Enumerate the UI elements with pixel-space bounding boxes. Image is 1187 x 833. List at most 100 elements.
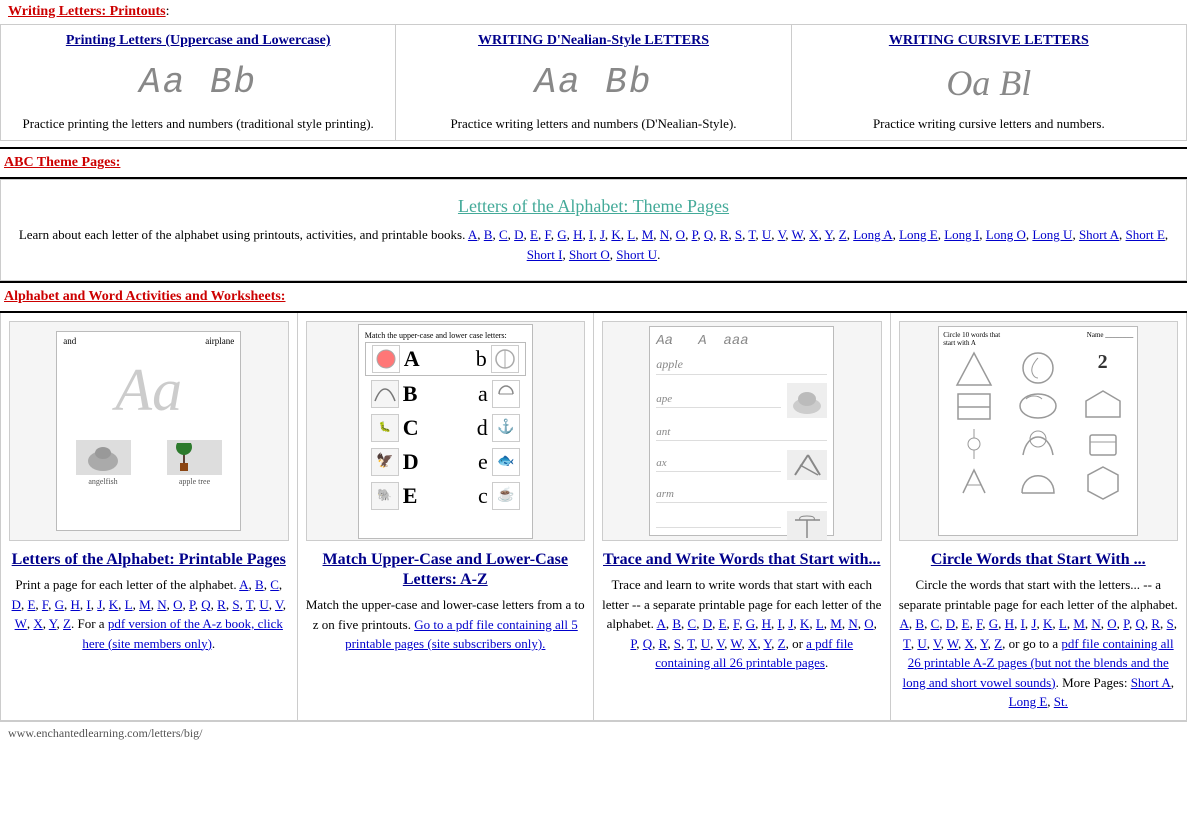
letter-o-theme[interactable]: O xyxy=(676,227,685,242)
circle-letter-r[interactable]: R xyxy=(1151,616,1160,631)
circle-words-link[interactable]: Circle Words that Start With ... xyxy=(931,551,1146,568)
letter-y-theme[interactable]: Y xyxy=(825,227,833,242)
letter-e-theme[interactable]: E xyxy=(530,227,538,242)
letter-t-theme[interactable]: T xyxy=(748,227,755,242)
trace-letter-a[interactable]: A xyxy=(656,616,665,631)
printing-letters-link[interactable]: Printing Letters (Uppercase and Lowercas… xyxy=(9,33,387,49)
letter-c-theme[interactable]: C xyxy=(499,227,508,242)
short-u-theme[interactable]: Short U xyxy=(616,247,657,262)
act-letter-f[interactable]: F xyxy=(42,597,48,612)
circle-short-a-link[interactable]: Short A xyxy=(1131,675,1171,690)
match-letters-link[interactable]: Match Upper-Case and Lower-Case Letters:… xyxy=(323,551,568,588)
act-letter-c[interactable]: C xyxy=(270,577,279,592)
letter-r-theme[interactable]: R xyxy=(720,227,729,242)
circle-letter-d[interactable]: D xyxy=(946,616,955,631)
act-letter-q[interactable]: Q xyxy=(201,597,210,612)
act-letter-p[interactable]: P xyxy=(189,597,195,612)
long-o-theme[interactable]: Long O xyxy=(986,227,1026,242)
letter-i-theme[interactable]: I xyxy=(589,227,593,242)
letter-a-theme[interactable]: A xyxy=(468,227,477,242)
header-link[interactable]: Writing Letters: Printouts xyxy=(8,4,166,19)
act-letter-i[interactable]: I xyxy=(86,597,90,612)
act-letter-y[interactable]: Y xyxy=(49,616,57,631)
circle-letter-i[interactable]: I xyxy=(1021,616,1025,631)
circle-letter-j[interactable]: J xyxy=(1031,616,1036,631)
letter-n-theme[interactable]: N xyxy=(660,227,669,242)
letter-q-theme[interactable]: Q xyxy=(704,227,713,242)
long-u-theme[interactable]: Long U xyxy=(1032,227,1072,242)
trace-letter-h[interactable]: H xyxy=(762,616,771,631)
trace-letter-u[interactable]: U xyxy=(701,636,710,651)
trace-letter-f[interactable]: F xyxy=(733,616,739,631)
trace-letter-v[interactable]: V xyxy=(716,636,724,651)
act-letter-j[interactable]: J xyxy=(97,597,102,612)
act-letter-z[interactable]: Z xyxy=(63,616,71,631)
act-letter-b[interactable]: B xyxy=(255,577,264,592)
letter-d-theme[interactable]: D xyxy=(514,227,523,242)
circle-letter-o[interactable]: O xyxy=(1107,616,1116,631)
short-a-theme[interactable]: Short A xyxy=(1079,227,1119,242)
circle-letter-w[interactable]: W xyxy=(947,636,958,651)
act-letter-t[interactable]: T xyxy=(246,597,253,612)
letter-m-theme[interactable]: M xyxy=(642,227,654,242)
trace-letter-i[interactable]: I xyxy=(778,616,782,631)
letter-h-theme[interactable]: H xyxy=(573,227,582,242)
letter-g-theme[interactable]: G xyxy=(557,227,566,242)
circle-letter-y[interactable]: Y xyxy=(980,636,988,651)
circle-letter-k[interactable]: K xyxy=(1043,616,1052,631)
trace-letter-q[interactable]: Q xyxy=(643,636,652,651)
circle-letter-f[interactable]: F xyxy=(976,616,982,631)
act-letter-u[interactable]: U xyxy=(259,597,268,612)
trace-letter-c[interactable]: C xyxy=(688,616,697,631)
act-letter-e[interactable]: E xyxy=(27,597,35,612)
trace-letter-n[interactable]: N xyxy=(848,616,857,631)
trace-letter-l[interactable]: L xyxy=(816,616,824,631)
letter-j-theme[interactable]: J xyxy=(600,227,605,242)
circle-letter-t[interactable]: T xyxy=(903,636,911,651)
long-e-theme[interactable]: Long E xyxy=(899,227,938,242)
trace-letter-p[interactable]: P xyxy=(630,636,636,651)
circle-letter-b[interactable]: B xyxy=(915,616,924,631)
circle-letter-a[interactable]: A xyxy=(900,616,909,631)
letter-l-theme[interactable]: L xyxy=(627,227,635,242)
trace-letter-w[interactable]: W xyxy=(730,636,741,651)
trace-letter-x[interactable]: X xyxy=(748,636,757,651)
circle-letter-x[interactable]: X xyxy=(965,636,974,651)
letter-x-theme[interactable]: X xyxy=(809,227,818,242)
pdf-book-link[interactable]: pdf version of the A-z book, click here … xyxy=(82,616,283,651)
trace-letter-y[interactable]: Y xyxy=(763,636,771,651)
trace-letter-g[interactable]: G xyxy=(746,616,755,631)
match-pdf-link[interactable]: Go to a pdf file containing all 5 printa… xyxy=(345,617,578,652)
letter-v-theme[interactable]: V xyxy=(778,227,786,242)
circle-letter-z[interactable]: Z xyxy=(994,636,1002,651)
circle-letter-u[interactable]: U xyxy=(917,636,926,651)
letter-b-theme[interactable]: B xyxy=(484,227,493,242)
letter-z-theme[interactable]: Z xyxy=(839,227,847,242)
trace-letter-o[interactable]: O xyxy=(864,616,873,631)
circle-st-link[interactable]: St. xyxy=(1054,694,1068,709)
long-a-theme[interactable]: Long A xyxy=(853,227,892,242)
act-letter-o[interactable]: O xyxy=(173,597,182,612)
trace-letter-e[interactable]: E xyxy=(719,616,727,631)
act-letter-k[interactable]: K xyxy=(109,597,118,612)
circle-letter-n[interactable]: N xyxy=(1091,616,1100,631)
trace-letter-b[interactable]: B xyxy=(672,616,681,631)
letter-k-theme[interactable]: K xyxy=(611,227,620,242)
short-i-theme[interactable]: Short I xyxy=(527,247,563,262)
trace-letter-m[interactable]: M xyxy=(830,616,842,631)
circle-letter-s[interactable]: S xyxy=(1167,616,1174,631)
activities-header-link[interactable]: Alphabet and Word Activities and Workshe… xyxy=(4,289,285,304)
long-i-theme[interactable]: Long I xyxy=(944,227,979,242)
alphabet-pages-link[interactable]: Letters of the Alphabet: Printable Pages xyxy=(12,551,286,568)
act-letter-l[interactable]: L xyxy=(125,597,133,612)
act-letter-a[interactable]: A xyxy=(239,577,248,592)
act-letter-v[interactable]: V xyxy=(275,597,283,612)
cursive-letters-link[interactable]: WRITING CURSIVE LETTERS xyxy=(800,33,1178,49)
trace-letter-s[interactable]: S xyxy=(674,636,681,651)
act-letter-x[interactable]: X xyxy=(33,616,42,631)
act-letter-m[interactable]: M xyxy=(139,597,151,612)
circle-long-e-link[interactable]: Long E xyxy=(1009,694,1048,709)
letter-u-theme[interactable]: U xyxy=(762,227,771,242)
letter-s-theme[interactable]: S xyxy=(735,227,742,242)
letter-p-theme[interactable]: P xyxy=(692,227,698,242)
